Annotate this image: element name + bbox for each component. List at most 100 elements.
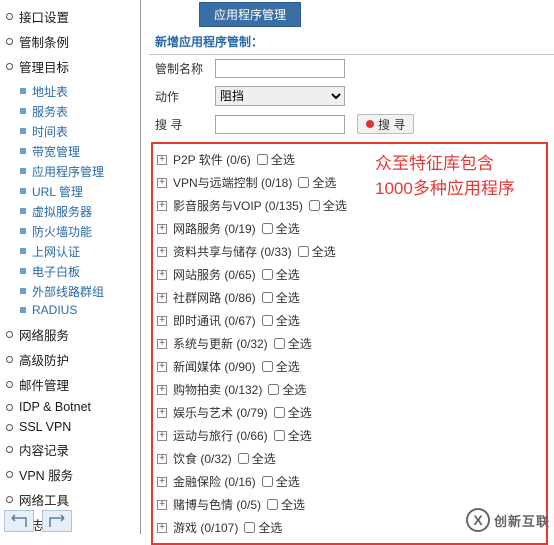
category-row: +购物拍卖 (0/132)全选 xyxy=(155,378,365,401)
select-all-checkbox[interactable] xyxy=(262,269,273,280)
category-list: +P2P 软件 (0/6)全选+VPN与远端控制 (0/18)全选+影音服务与V… xyxy=(155,148,365,539)
sidebar-sub-bandwidth[interactable]: 带宽管理 xyxy=(20,141,134,161)
sidebar-item-mail[interactable]: 邮件管理 xyxy=(6,372,134,397)
bullet-icon xyxy=(6,404,13,411)
expand-icon[interactable]: + xyxy=(157,500,167,510)
expand-icon[interactable]: + xyxy=(157,201,167,211)
expand-icon[interactable]: + xyxy=(157,362,167,372)
category-row: + P2P 软件 (0/6) 全选 xyxy=(155,148,365,171)
category-name: 网路服务 (0/19) xyxy=(173,220,256,237)
select-all-label: 全选 xyxy=(276,220,300,237)
category-row: +资料共享与储存 (0/33)全选 xyxy=(155,240,365,263)
select-all-label: 全选 xyxy=(271,151,295,168)
expand-icon[interactable]: + xyxy=(157,224,167,234)
expand-icon[interactable]: + xyxy=(157,431,167,441)
expand-icon[interactable]: + xyxy=(157,270,167,280)
expand-icon[interactable]: + xyxy=(157,247,167,257)
category-name: 资料共享与储存 (0/33) xyxy=(173,243,292,260)
category-name: P2P 软件 (0/6) xyxy=(173,151,251,168)
name-input[interactable] xyxy=(215,59,345,78)
select-all-checkbox[interactable] xyxy=(274,430,285,441)
select-all-label: 全选 xyxy=(288,335,312,352)
sidebar-sub-firewall[interactable]: 防火墙功能 xyxy=(20,221,134,241)
footer-button-1[interactable] xyxy=(4,510,34,532)
select-all-checkbox[interactable] xyxy=(267,499,278,510)
select-all-checkbox[interactable] xyxy=(238,453,249,464)
select-all-label: 全选 xyxy=(258,519,282,536)
sidebar-sub-time[interactable]: 时间表 xyxy=(20,121,134,141)
select-all-label: 全选 xyxy=(312,174,336,191)
select-all-checkbox[interactable] xyxy=(262,476,273,487)
logo-text: 创新互联 xyxy=(494,511,550,530)
select-all-checkbox[interactable] xyxy=(298,246,309,257)
expand-icon[interactable]: + xyxy=(157,178,167,188)
sidebar-sub-auth[interactable]: 上网认证 xyxy=(20,241,134,261)
expand-icon[interactable]: + xyxy=(157,293,167,303)
sidebar-item-label: VPN 服务 xyxy=(19,465,73,484)
category-row: +运动与旅行 (0/66)全选 xyxy=(155,424,365,447)
annotation-text: 众至特征库包含1000多种应用程序 xyxy=(365,148,520,539)
square-icon xyxy=(20,148,26,154)
square-icon xyxy=(20,88,26,94)
sidebar-sub-service[interactable]: 服务表 xyxy=(20,101,134,121)
select-all-label: 全选 xyxy=(323,197,347,214)
sidebar-item-interface[interactable]: 接口设置 xyxy=(6,4,134,29)
category-row: +系统与更新 (0/32)全选 xyxy=(155,332,365,355)
sidebar-sub-vserver[interactable]: 虚拟服务器 xyxy=(20,201,134,221)
sidebar-item-netservice[interactable]: 网络服务 xyxy=(6,322,134,347)
tab-app-management[interactable]: 应用程序管理 xyxy=(199,2,301,27)
footer-bar xyxy=(4,510,72,532)
sidebar-item-contentlog[interactable]: 内容记录 xyxy=(6,437,134,462)
sidebar-item-idp[interactable]: IDP & Botnet xyxy=(6,397,134,417)
expand-icon[interactable]: + xyxy=(157,477,167,487)
sidebar-sub-address[interactable]: 地址表 xyxy=(20,81,134,101)
select-all-checkbox[interactable] xyxy=(274,407,285,418)
action-select[interactable]: 阻挡 xyxy=(215,86,345,106)
sidebar-sub-extgroup[interactable]: 外部线路群组 xyxy=(20,281,134,301)
expand-icon[interactable]: + xyxy=(157,339,167,349)
sidebar-item-nettools[interactable]: 网络工具 xyxy=(6,487,134,512)
search-button[interactable]: 搜 寻 xyxy=(357,114,414,134)
sidebar-item-targets[interactable]: 管理目标 xyxy=(6,54,134,79)
expand-icon[interactable]: + xyxy=(157,316,167,326)
sidebar-item-rules[interactable]: 管制条例 xyxy=(6,29,134,54)
select-all-checkbox[interactable] xyxy=(262,315,273,326)
expand-icon[interactable]: + xyxy=(157,155,167,165)
bullet-icon xyxy=(6,13,13,20)
select-all-checkbox[interactable] xyxy=(268,384,279,395)
select-all-label: 全选 xyxy=(288,427,312,444)
expand-icon[interactable]: + xyxy=(157,385,167,395)
sidebar-item-advprotect[interactable]: 高级防护 xyxy=(6,347,134,372)
bullet-icon xyxy=(6,356,13,363)
expand-icon[interactable]: + xyxy=(157,408,167,418)
select-all-checkbox[interactable] xyxy=(262,361,273,372)
select-all-checkbox[interactable] xyxy=(298,177,309,188)
square-icon xyxy=(20,168,26,174)
select-all-checkbox[interactable] xyxy=(262,292,273,303)
sidebar-item-vpn[interactable]: VPN 服务 xyxy=(6,462,134,487)
square-icon xyxy=(20,208,26,214)
select-all-checkbox[interactable] xyxy=(262,223,273,234)
sidebar: 接口设置 管制条例 管理目标 地址表 服务表 时间表 带宽管理 应用程序管理 U… xyxy=(0,0,140,534)
select-all-checkbox[interactable] xyxy=(274,338,285,349)
bullet-icon xyxy=(6,331,13,338)
logo-icon: X xyxy=(466,508,490,532)
sidebar-item-label: 邮件管理 xyxy=(19,375,69,394)
search-input[interactable] xyxy=(215,115,345,134)
sidebar-item-sslvpn[interactable]: SSL VPN xyxy=(6,417,134,437)
sidebar-sub-url[interactable]: URL 管理 xyxy=(20,181,134,201)
sidebar-sub-whiteboard[interactable]: 电子白板 xyxy=(20,261,134,281)
category-row: +社群网路 (0/86)全选 xyxy=(155,286,365,309)
category-name: 金融保险 (0/16) xyxy=(173,473,256,490)
sidebar-item-label: 内容记录 xyxy=(19,440,69,459)
sidebar-sub-radius[interactable]: RADIUS xyxy=(20,301,134,318)
expand-icon[interactable]: + xyxy=(157,454,167,464)
sidebar-sub-appmgmt[interactable]: 应用程序管理 xyxy=(20,161,134,181)
footer-button-2[interactable] xyxy=(42,510,72,532)
select-all-checkbox[interactable] xyxy=(309,200,320,211)
sidebar-item-label: 高级防护 xyxy=(19,350,69,369)
select-all-checkbox[interactable] xyxy=(244,522,255,533)
sidebar-sub-label: 应用程序管理 xyxy=(32,163,104,180)
select-all-checkbox[interactable] xyxy=(257,154,268,165)
expand-icon[interactable]: + xyxy=(157,523,167,533)
